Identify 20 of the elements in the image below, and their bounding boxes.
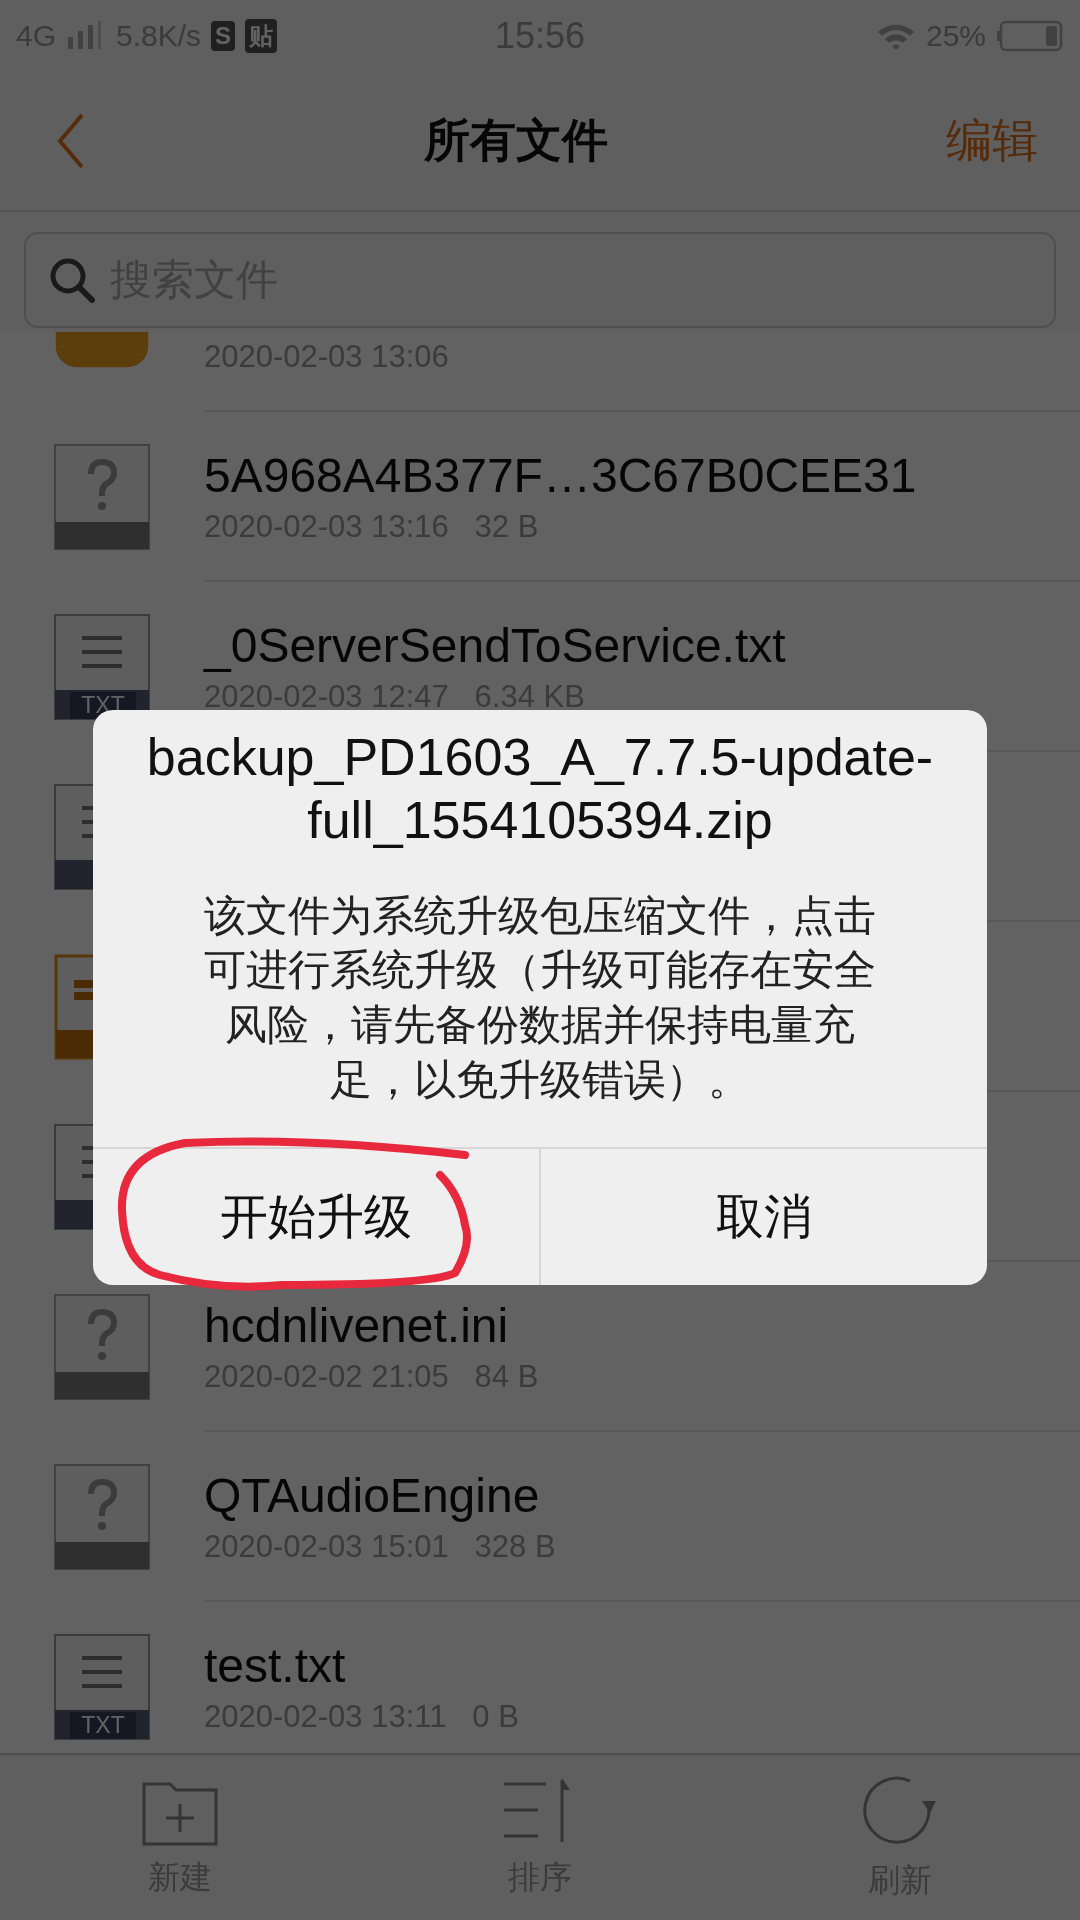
dialog-title: backup_PD1603_A_7.7.5-update-full_1554105394.zip (145, 727, 935, 852)
search-icon (48, 256, 96, 304)
file-name: hcdnlivenet.ini (204, 1297, 510, 1353)
unknown-file-icon (54, 1464, 150, 1570)
dialog-message: 该文件为系统升级包压缩文件，点击可进行系统升级（升级可能存在安全风险，请先备份数据并保持电量充足，以免升级错误）。 (203, 890, 877, 1105)
unknown-file-icon (54, 444, 150, 550)
file-type-label: TXT (70, 1712, 136, 1739)
file-name: QTAudioEngine (204, 1467, 541, 1523)
dialog-button[interactable]: 开始升级 (93, 1149, 539, 1286)
battery-icon (996, 20, 1064, 52)
file-name: test.txt (204, 1637, 347, 1693)
dialog-button[interactable]: 取消 (539, 1149, 987, 1286)
file-name: 5A968A4B377F…3C67B0CEE31 (204, 447, 918, 503)
unknown-file-icon (54, 1294, 150, 1400)
edit-button[interactable]: 编辑 (946, 110, 1038, 172)
notification-badge: S (211, 21, 236, 51)
back-icon[interactable] (56, 111, 86, 171)
page-title: 所有文件 (424, 113, 608, 168)
file-name: _0ServerSendToService.txt (204, 617, 787, 673)
notification-badge: 贴 (245, 19, 278, 53)
